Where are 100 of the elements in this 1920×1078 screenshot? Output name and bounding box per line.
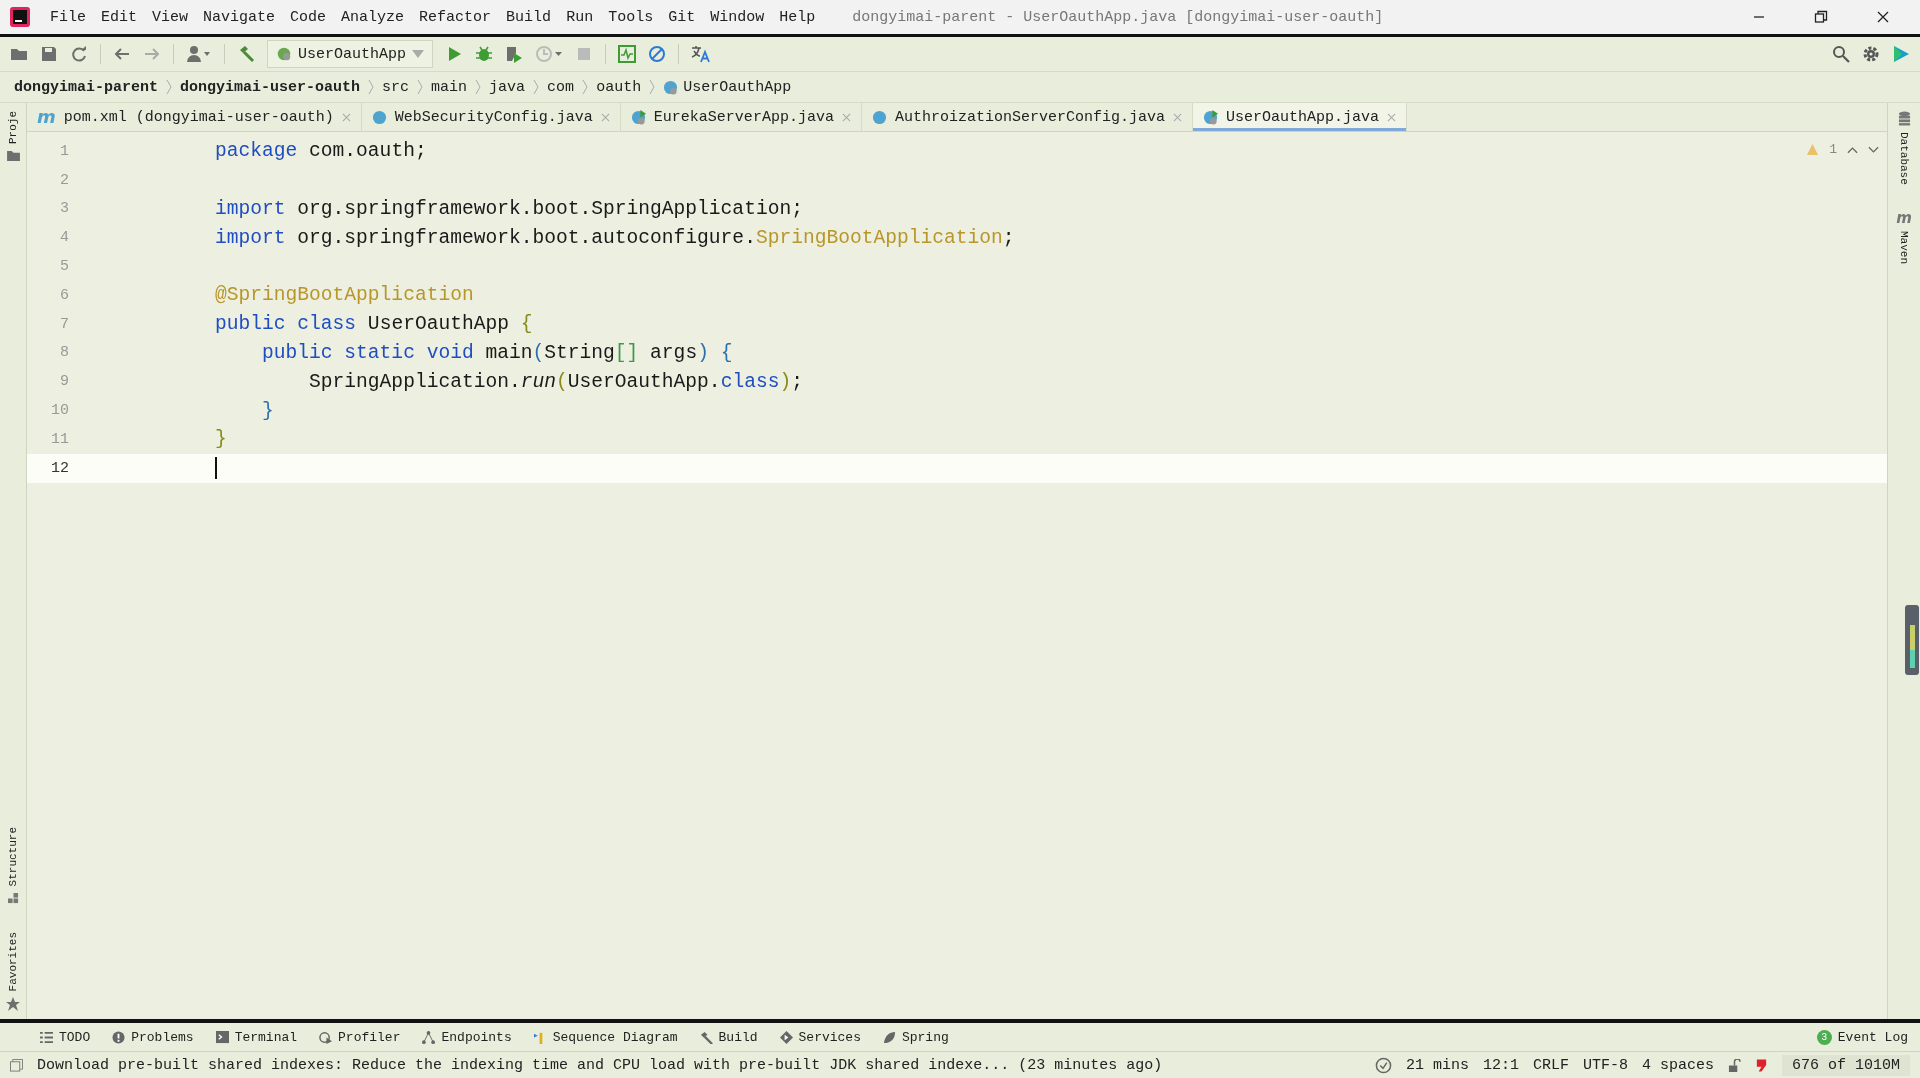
endpoints-icon: [422, 1030, 436, 1044]
search-icon[interactable]: [1832, 45, 1850, 63]
menu-item[interactable]: Build: [500, 8, 561, 26]
line-number: 10: [50, 402, 69, 420]
star-icon: [6, 997, 20, 1011]
coverage-icon[interactable]: [505, 45, 524, 63]
code-line: import org.springframework.boot.SpringApplication;: [215, 198, 803, 220]
refresh-icon[interactable]: [70, 45, 88, 63]
breadcrumb-item[interactable]: main: [431, 78, 468, 96]
window-title: dongyimai-parent - UserOauthApp.java [dongyimai-user-oauth]: [852, 8, 1384, 26]
tool-window-button[interactable]: Profiler: [319, 1029, 401, 1045]
breadcrumb-item[interactable]: src: [382, 78, 410, 96]
run-config-icon: [276, 46, 292, 62]
debug-bug-icon[interactable]: [475, 45, 494, 63]
tool-window-button[interactable]: Problems: [112, 1029, 194, 1045]
no-entry-icon[interactable]: [648, 45, 667, 63]
class-icon: [371, 109, 387, 125]
menu-item[interactable]: Edit: [95, 8, 147, 26]
chevron-icon: [582, 79, 589, 95]
menu-item[interactable]: Code: [284, 8, 336, 26]
menu-item[interactable]: Tools: [602, 8, 663, 26]
chevron-up-icon[interactable]: [1847, 145, 1858, 154]
translate-icon[interactable]: [691, 45, 712, 63]
status-message[interactable]: Download pre-built shared indexes: Reduce the indexing time and CPU load with pre-built JDK shared indexe... (23 minutes ago): [37, 1056, 1163, 1074]
editor-tab[interactable]: UserOauthApp.java: [1192, 103, 1407, 131]
maven-icon: m: [1896, 210, 1912, 225]
tool-window-button[interactable]: Endpoints: [422, 1029, 512, 1045]
breadcrumb-item[interactable]: UserOauthApp: [663, 78, 792, 96]
line-number: 12: [50, 459, 69, 477]
alert-icon: [112, 1030, 126, 1044]
maven-icon: m: [37, 110, 56, 124]
services-icon: [779, 1030, 793, 1044]
memory-indicator[interactable]: 676 of 1010M: [1781, 1054, 1910, 1076]
line-number: 5: [59, 258, 69, 276]
status-item[interactable]: 12:1: [1482, 1056, 1519, 1074]
tool-window-button[interactable]: Sequence Diagram: [533, 1029, 678, 1045]
leaf-icon: [882, 1030, 896, 1044]
class-icon: [663, 79, 679, 95]
chevron-icon: [417, 79, 424, 95]
tool-window-button[interactable]: Terminal: [215, 1029, 298, 1045]
check-circle-icon[interactable]: [1374, 1056, 1392, 1074]
menu-item[interactable]: View: [146, 8, 198, 26]
project-tool-tab[interactable]: Proje: [7, 111, 19, 144]
event-log-button[interactable]: 3 Event Log: [1816, 1029, 1908, 1045]
breadcrumb-item[interactable]: dongyimai-user-oauth: [180, 78, 361, 96]
code-line: public class UserOauthApp {: [215, 313, 533, 336]
chevron-down-icon[interactable]: [1868, 145, 1879, 154]
plugin-logo-icon[interactable]: [1892, 45, 1910, 63]
maven-tool-tab[interactable]: Maven: [1898, 230, 1910, 264]
chevron-icon: [368, 79, 375, 95]
profiler-icon: [319, 1030, 333, 1044]
menu-item[interactable]: Run: [560, 8, 603, 26]
menu-item[interactable]: Window: [704, 8, 774, 26]
editor-tab[interactable]: AuthroizationServerConfig.java: [861, 103, 1193, 131]
menu-item[interactable]: Help: [773, 8, 825, 26]
menu-item[interactable]: Analyze: [335, 8, 414, 26]
tool-window-button[interactable]: Spring: [882, 1029, 949, 1045]
run-configuration-dropdown[interactable]: UserOauthApp: [267, 40, 434, 68]
menu-item[interactable]: Refactor: [413, 8, 501, 26]
status-item[interactable]: UTF-8: [1582, 1056, 1628, 1074]
menu-item[interactable]: Navigate: [197, 8, 285, 26]
breadcrumb-item[interactable]: dongyimai-parent: [14, 78, 159, 96]
database-icon[interactable]: [1897, 111, 1911, 126]
menu-item[interactable]: Git: [662, 8, 705, 26]
editor-tab[interactable]: WebSecurityConfig.java: [361, 103, 621, 131]
favorites-tool-tab[interactable]: Favorites: [7, 931, 19, 991]
tool-window-button[interactable]: Build: [699, 1029, 758, 1045]
profiler-icon[interactable]: [535, 45, 564, 63]
save-icon[interactable]: [40, 45, 58, 63]
database-tool-tab[interactable]: Database: [1898, 132, 1910, 185]
activity-monitor-icon[interactable]: [618, 45, 637, 63]
settings-icon[interactable]: [1862, 45, 1880, 63]
panel-toggle-icon[interactable]: [10, 1058, 23, 1072]
code-line: SpringApplication.run(UserOauthApp.class);: [308, 370, 803, 393]
status-item[interactable]: 4 spaces: [1641, 1056, 1714, 1074]
structure-icon: [7, 892, 19, 904]
breadcrumb-item[interactable]: oauth: [596, 78, 642, 96]
user-icon[interactable]: [186, 45, 212, 63]
code-line: package com.oauth;: [215, 140, 427, 163]
tool-window-button[interactable]: Services: [779, 1029, 861, 1045]
editor-tab[interactable]: m pom.xml (dongyimai-user-oauth): [27, 103, 362, 131]
chevron-icon: [166, 79, 173, 95]
close-icon[interactable]: [1876, 10, 1890, 24]
breadcrumb-item[interactable]: com: [547, 78, 575, 96]
breadcrumb-item[interactable]: java: [489, 78, 526, 96]
scroll-indicator-icon: [1905, 605, 1919, 676]
line-number: 1: [59, 142, 69, 160]
chevron-icon: [475, 79, 482, 95]
lock-icon[interactable]: [1727, 1058, 1741, 1072]
tool-window-button[interactable]: TODO: [40, 1029, 91, 1045]
status-item[interactable]: 21 mins: [1405, 1056, 1469, 1074]
restore-icon[interactable]: [1814, 10, 1828, 24]
menu-item[interactable]: File: [44, 8, 95, 26]
status-item[interactable]: CRLF: [1532, 1056, 1569, 1074]
editor-tab[interactable]: EurekaServerApp.java: [620, 103, 862, 131]
plugin-icon[interactable]: [1754, 1057, 1768, 1073]
structure-tool-tab[interactable]: Structure: [7, 827, 19, 887]
line-number: 11: [50, 430, 69, 448]
app-logo-icon: [10, 7, 30, 27]
text-cursor: [215, 457, 217, 480]
